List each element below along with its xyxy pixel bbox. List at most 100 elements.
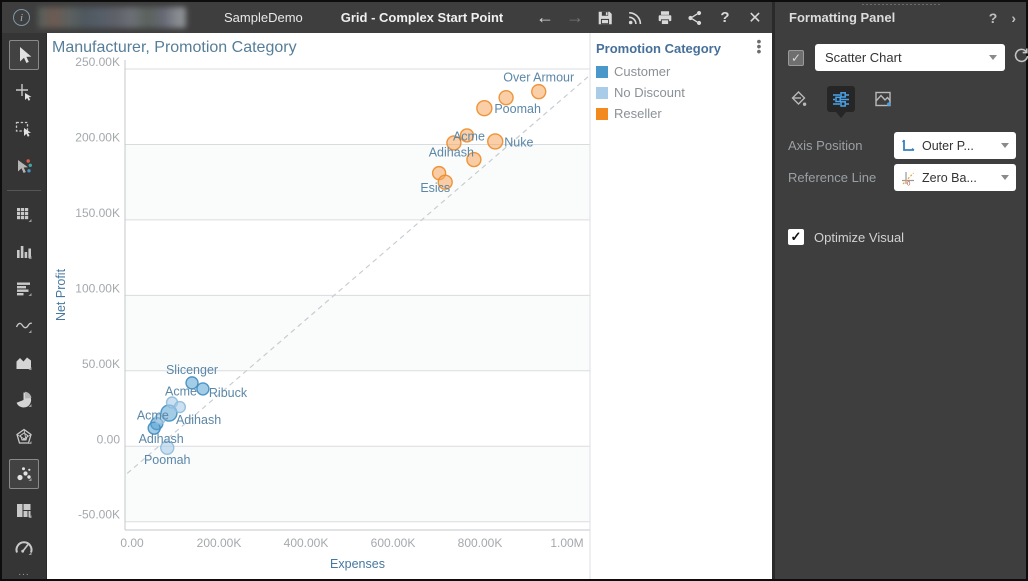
formatting-panel-header: Formatting Panel ? › xyxy=(772,2,1026,33)
tool-table-visual[interactable] xyxy=(9,200,39,230)
optimize-visual-checkbox[interactable]: ✓ xyxy=(788,229,804,245)
titlebar: i SampleDemo Grid - Complex Start Point … xyxy=(2,2,772,33)
tab-image-fill[interactable] xyxy=(869,86,897,112)
tool-pointer[interactable] xyxy=(9,40,39,70)
app-window: i SampleDemo Grid - Complex Start Point … xyxy=(0,0,1028,581)
back-button[interactable]: ← xyxy=(533,6,557,30)
tool-line-chart-visual[interactable] xyxy=(9,311,39,341)
axis-position-select[interactable]: Outer P... xyxy=(894,132,1016,159)
tab-properties[interactable] xyxy=(827,86,855,112)
x-tick-label: 0.00 xyxy=(120,536,144,550)
info-icon[interactable]: i xyxy=(13,9,30,26)
data-label: Ribuck xyxy=(209,386,248,400)
logo xyxy=(38,7,186,28)
visual-enabled-checkbox[interactable]: ✓ xyxy=(788,49,804,66)
tool-bar-chart-visual[interactable] xyxy=(9,237,39,267)
data-label: Over Armour xyxy=(503,71,574,85)
tab-style-fill[interactable] xyxy=(785,86,813,112)
panel-tabs xyxy=(785,86,897,112)
tool-row-chart-visual[interactable] xyxy=(9,274,39,304)
panel-grip[interactable] xyxy=(860,3,941,7)
legend-item[interactable]: Customer xyxy=(596,64,772,79)
legend-item[interactable]: No Discount xyxy=(596,85,772,100)
y-axis-title: Net Profit xyxy=(54,268,68,321)
scatter-point-reseller[interactable] xyxy=(531,83,547,100)
x-tick-label: 800.00K xyxy=(458,536,503,550)
titlebar-actions: ← →? ✕ xyxy=(533,2,767,33)
formatting-panel-title: Formatting Panel xyxy=(789,10,896,25)
chart-menu-kebab-icon[interactable]: • • • xyxy=(754,34,764,58)
reference-line-label: Reference Line xyxy=(788,170,877,185)
scatter-point-reseller[interactable] xyxy=(487,133,504,150)
visual-type-select[interactable]: Scatter Chart xyxy=(815,44,1005,71)
legend-item[interactable]: Reseller xyxy=(596,106,772,121)
data-label: Acme xyxy=(137,409,169,423)
y-tick-label: 150.00K xyxy=(75,206,120,220)
app-name: SampleDemo xyxy=(224,10,303,25)
chart-canvas: Manufacturer, Promotion Category 250.00K… xyxy=(47,33,772,579)
axis-position-icon xyxy=(900,138,916,154)
zero-baseline-icon: 0 xyxy=(900,170,916,186)
tool-scatter-chart-visual[interactable] xyxy=(9,459,39,489)
scatter-point-no-discount[interactable] xyxy=(173,400,187,414)
forward-button[interactable]: → xyxy=(563,6,587,30)
data-label: Adihash xyxy=(429,146,474,160)
plot-band xyxy=(125,446,590,522)
legend: Promotion Category Customer No Discount … xyxy=(596,41,772,127)
legend-swatch-reseller xyxy=(596,107,608,120)
data-label: Adihash xyxy=(139,432,184,446)
tool-data-point-select[interactable] xyxy=(9,151,39,181)
data-label: Adihash xyxy=(176,413,221,427)
toolbar-more-indicator[interactable]: ... xyxy=(18,567,29,578)
tool-pie-chart-visual[interactable] xyxy=(9,385,39,415)
data-label: Nuke xyxy=(504,135,533,149)
feed-button[interactable] xyxy=(623,6,647,30)
scatter-point-customer[interactable] xyxy=(196,382,210,396)
toolbar-divider xyxy=(7,190,41,191)
tool-gauge-visual[interactable] xyxy=(9,533,39,563)
tool-radar-chart-visual[interactable] xyxy=(9,422,39,452)
legend-swatch-customer xyxy=(596,65,608,78)
svg-text:0: 0 xyxy=(907,181,911,186)
document-title: Grid - Complex Start Point xyxy=(340,10,504,25)
plot-band xyxy=(125,144,590,220)
data-label: Poomah xyxy=(494,102,541,116)
y-tick-label: 100.00K xyxy=(75,281,120,295)
panel-help-icon[interactable]: ? xyxy=(989,10,998,26)
chevron-down-icon xyxy=(989,55,997,60)
tool-point-select[interactable] xyxy=(9,77,39,107)
legend-title: Promotion Category xyxy=(596,41,721,56)
data-label: Esics xyxy=(420,181,450,195)
x-tick-label: 1.00M xyxy=(550,536,583,550)
legend-swatch-no-discount xyxy=(596,86,608,99)
panel-collapse-icon[interactable]: › xyxy=(1011,10,1016,26)
tool-rectangle-select[interactable] xyxy=(9,114,39,144)
axis-position-label: Axis Position xyxy=(788,138,863,153)
tool-treemap-visual[interactable] xyxy=(9,496,39,526)
y-tick-label: 250.00K xyxy=(75,55,120,69)
y-tick-label: 0.00 xyxy=(97,432,121,446)
close-button[interactable]: ✕ xyxy=(743,6,767,30)
chevron-down-icon xyxy=(1001,175,1009,180)
optimize-visual-label: Optimize Visual xyxy=(814,229,905,245)
plot-band xyxy=(125,295,590,371)
share-button[interactable] xyxy=(683,6,707,30)
y-tick-label: -50.00K xyxy=(78,508,120,522)
data-label: Poomah xyxy=(144,453,191,467)
reference-line-select[interactable]: 0 Zero Ba... xyxy=(894,164,1016,191)
reset-icon[interactable] xyxy=(1013,47,1028,69)
x-tick-label: 400.00K xyxy=(284,536,329,550)
scatter-point-reseller[interactable] xyxy=(476,100,493,117)
save-button[interactable] xyxy=(593,6,617,30)
data-label: Slicenger xyxy=(166,363,218,377)
tool-area-chart-visual[interactable] xyxy=(9,348,39,378)
x-axis-title: Expenses xyxy=(330,557,385,571)
data-label: Acme xyxy=(453,129,485,143)
formatting-panel: Formatting Panel ? › ✓ Scatter Chart Axi… xyxy=(772,2,1028,579)
y-tick-label: 50.00K xyxy=(82,357,120,371)
x-tick-label: 200.00K xyxy=(197,536,242,550)
print-button[interactable] xyxy=(653,6,677,30)
data-label: Acme xyxy=(165,384,197,398)
y-tick-label: 200.00K xyxy=(75,130,120,144)
help-button[interactable]: ? xyxy=(713,6,737,30)
